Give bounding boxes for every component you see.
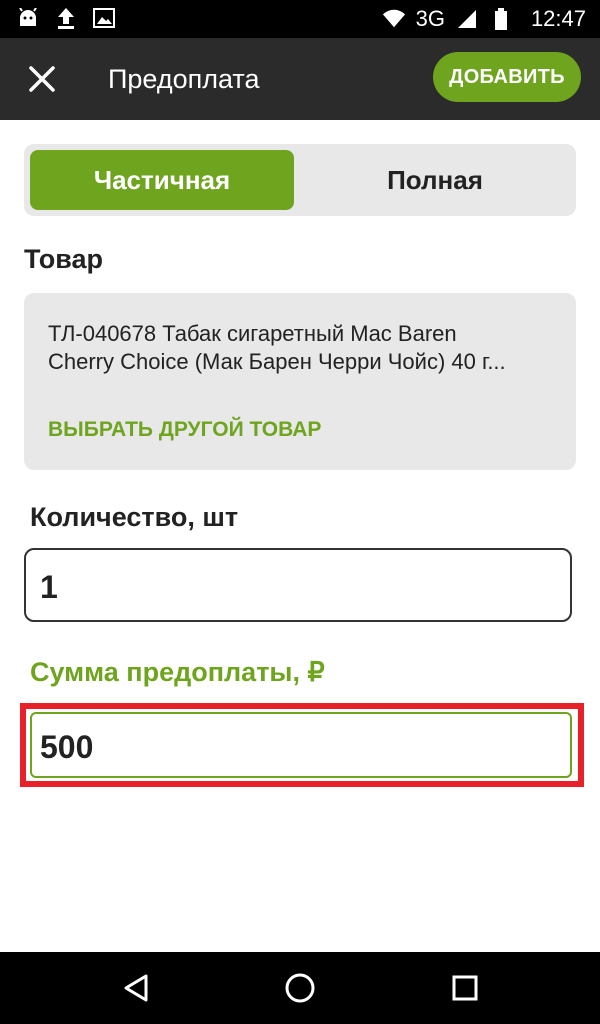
product-name: ТЛ-040678 Табак сигаретный Mac Baren Che… [48,320,552,376]
payment-type-toggle: Частичная Полная [24,144,576,216]
tab-partial[interactable]: Частичная [30,150,294,210]
choose-other-product-link[interactable]: ВЫБРАТЬ ДРУГОЙ ТОВАР [48,418,321,442]
quantity-value: 1 [40,569,58,605]
recents-button[interactable] [443,966,487,1010]
upload-icon [54,6,78,30]
product-card: ТЛ-040678 Табак сигаретный Mac Baren Che… [24,293,576,470]
back-button[interactable] [114,966,158,1010]
home-circle-icon [285,973,315,1003]
recents-square-icon [452,975,478,1001]
prepayment-field[interactable]: 500 [30,712,572,778]
wifi-icon [382,7,406,31]
status-bar: 3G 12:47 [0,0,600,38]
signal-icon [455,7,479,31]
tab-full[interactable]: Полная [300,150,570,210]
quantity-field[interactable]: 1 [24,548,572,622]
product-name-line2: Cherry Choice (Мак Барен Черри Чойс) 40 … [48,349,506,374]
add-button[interactable]: ДОБАВИТЬ [433,52,581,102]
quantity-label: Количество, шт [30,502,239,532]
close-button[interactable] [20,57,64,101]
app-bar: Предоплата ДОБАВИТЬ [0,38,600,120]
page-title: Предоплата [108,64,260,94]
clock: 12:47 [530,6,586,31]
prepayment-label: Сумма предоплаты, ₽ [30,657,325,687]
product-name-line1: ТЛ-040678 Табак сигаретный Mac Baren [48,321,457,346]
close-icon [29,66,55,92]
status-notifications [16,6,116,30]
network-type: 3G [415,6,445,31]
home-button[interactable] [278,966,322,1010]
android-icon [16,6,40,30]
image-icon [92,6,116,30]
battery-icon [489,7,513,31]
prepayment-value: 500 [40,729,94,765]
product-section-label: Товар [24,244,104,274]
navigation-bar [0,952,600,1024]
status-system: 3G 12:47 [382,0,586,38]
back-triangle-icon [124,974,148,1002]
